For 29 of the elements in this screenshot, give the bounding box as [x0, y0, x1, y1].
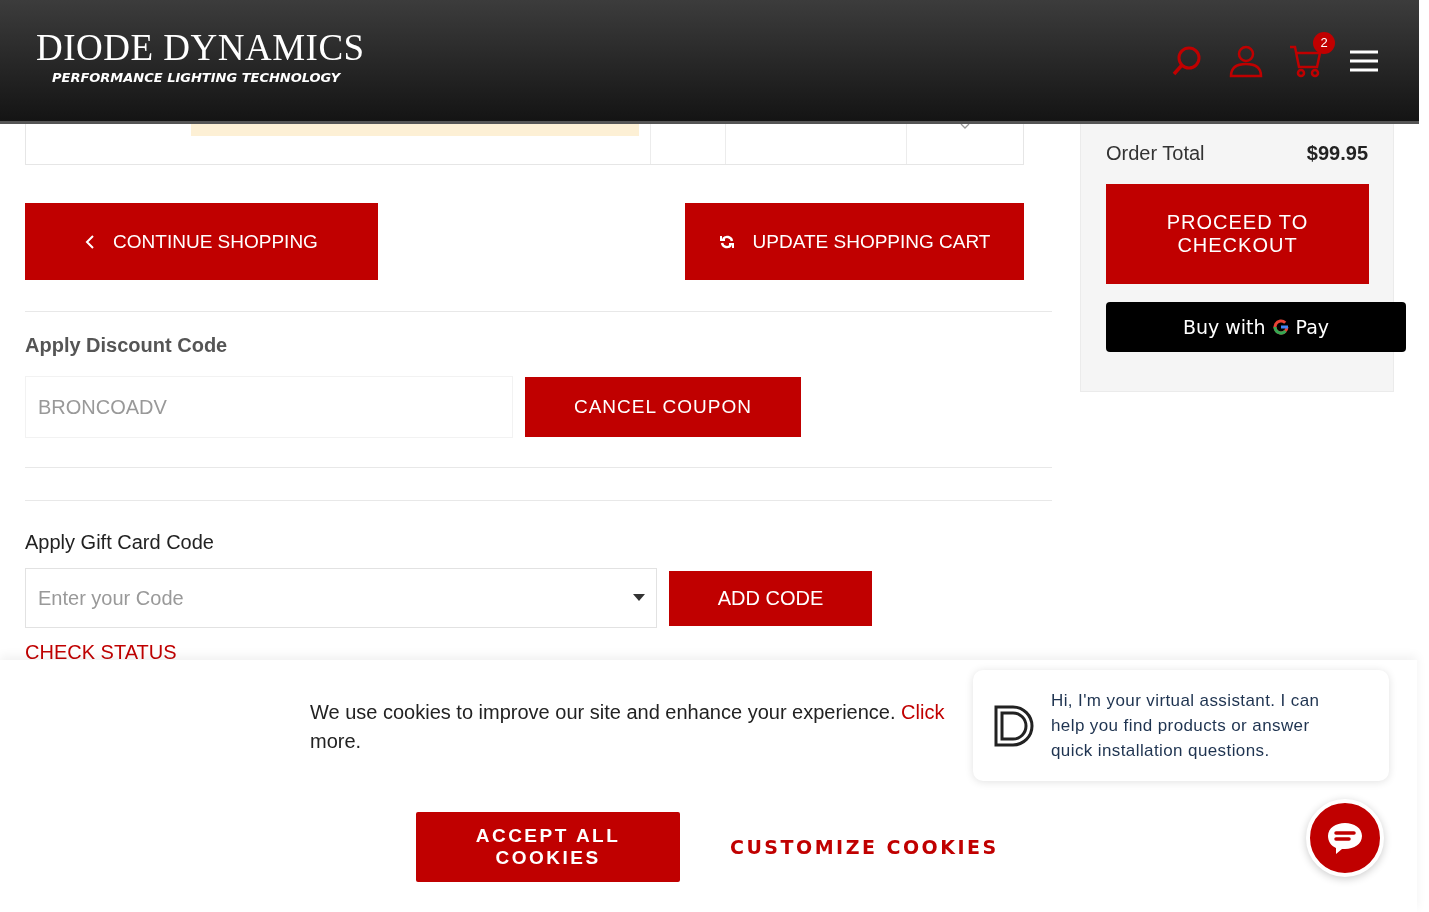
add-code-button[interactable]: ADD CODE — [669, 570, 872, 626]
cancel-coupon-button[interactable]: CANCEL COUPON — [525, 377, 801, 437]
cookie-info-link[interactable]: Click — [901, 701, 945, 723]
customize-cookies-link[interactable]: CUSTOMIZE COOKIES — [724, 835, 1005, 859]
section-title: Apply Gift Card Code — [25, 531, 215, 554]
google-logo-icon — [1271, 318, 1290, 336]
chat-icon — [1326, 821, 1364, 855]
accept-cookies-button[interactable]: ACCEPT ALL COOKIES — [416, 812, 680, 882]
cookie-notice: We use cookies to improve our site and enhance your experience. Click more. — [310, 700, 946, 754]
continue-shopping-button[interactable]: CONTINUE SHOPPING — [25, 203, 378, 280]
chevron-left-icon — [85, 233, 96, 250]
section-title: Apply Discount Code — [25, 334, 229, 357]
cart-count-badge: 2 — [1313, 31, 1335, 54]
checkout-button[interactable]: PROCEED TO CHECKOUT — [1106, 184, 1369, 284]
order-total-label: Order Total — [1106, 141, 1205, 165]
cart-icon[interactable] — [1289, 43, 1323, 78]
update-cart-button[interactable]: UPDATE SHOPPING CART — [685, 203, 1024, 280]
gift-code-field[interactable]: Enter your Code — [25, 568, 657, 628]
caret-icon — [633, 594, 645, 601]
google-pay-button[interactable]: Buy with Pay — [1106, 302, 1406, 352]
user-icon[interactable] — [1229, 43, 1263, 78]
brand-logo[interactable]: DIODE DYNAMICS — [36, 28, 365, 66]
menu-icon[interactable] — [1349, 49, 1379, 72]
chat-message: Hi, I'm your virtual assistant. I can help you find products or answer quick installation questions. — [1051, 690, 1321, 762]
search-icon[interactable] — [1171, 44, 1203, 77]
refresh-icon — [718, 233, 735, 250]
check-status-link[interactable]: CHECK STATUS — [25, 641, 177, 664]
brand-tagline: PERFORMANCE LIGHTING TECHNOLOGY — [52, 69, 342, 85]
order-total-value: $99.95 — [1306, 141, 1368, 165]
